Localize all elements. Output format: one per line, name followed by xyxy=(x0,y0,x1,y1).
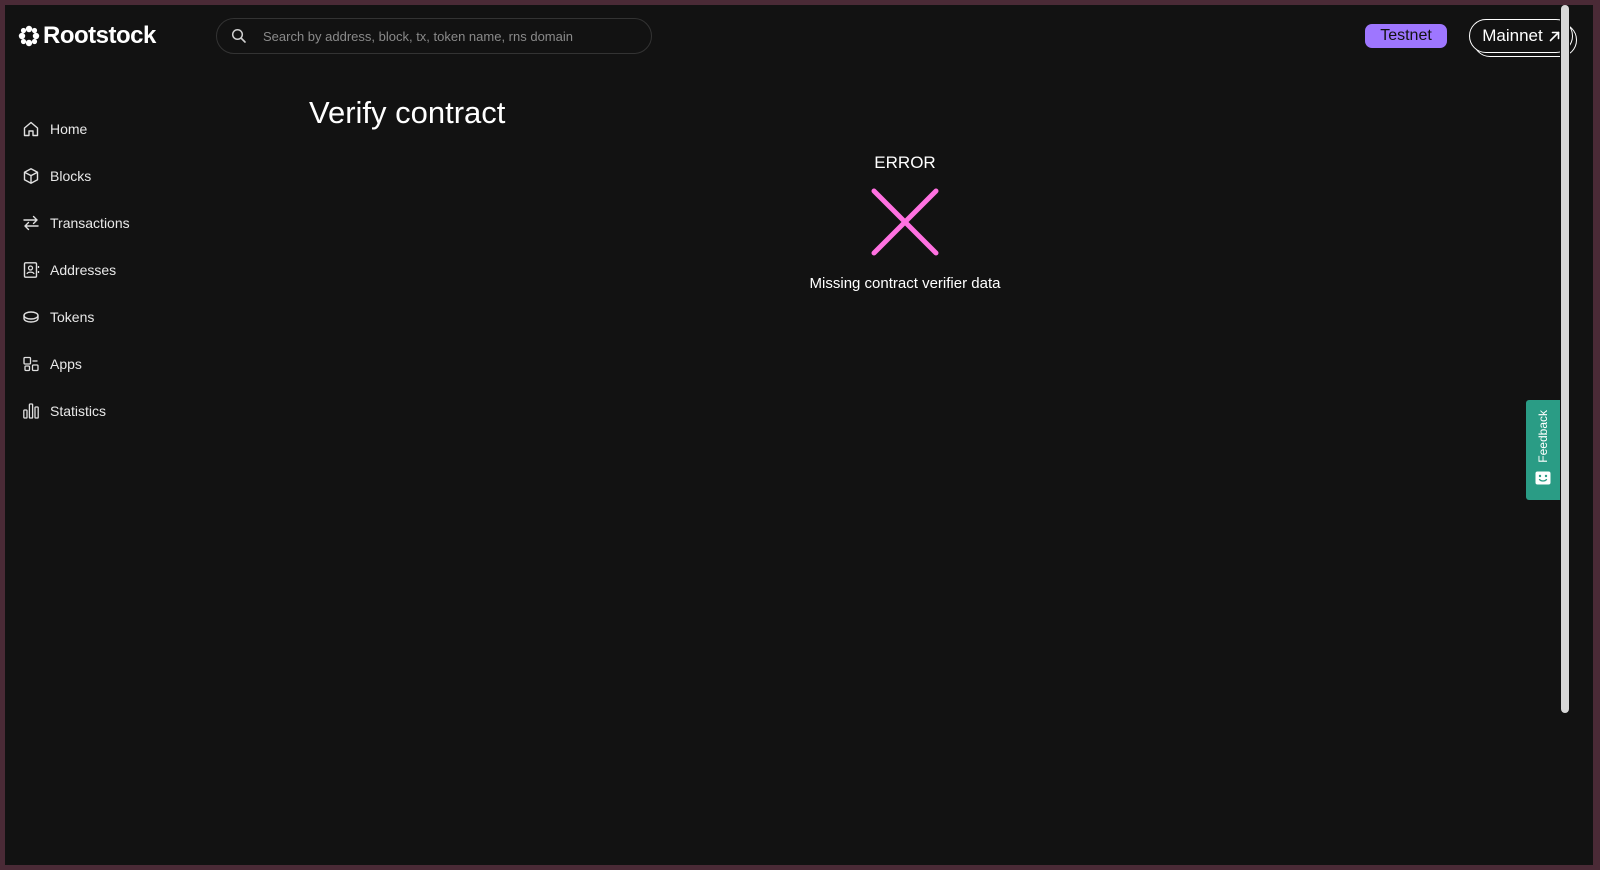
status-label: ERROR xyxy=(874,153,936,172)
sidebar-item-label: Statistics xyxy=(50,402,107,419)
arrows-swap-icon xyxy=(22,214,40,232)
sidebar-item-blocks[interactable]: Blocks xyxy=(22,152,202,199)
sidebar-item-label: Tokens xyxy=(50,308,95,325)
sidebar-item-home[interactable]: Home xyxy=(22,105,202,152)
search-icon xyxy=(231,28,247,44)
bar-chart-icon xyxy=(22,402,40,420)
apps-icon xyxy=(22,355,40,373)
home-icon xyxy=(22,120,40,138)
error-message: Missing contract verifier data xyxy=(809,275,1001,292)
sidebar-item-label: Addresses xyxy=(50,261,117,278)
sidebar-item-label: Blocks xyxy=(50,167,92,184)
feedback-label: Feedback xyxy=(1536,410,1550,463)
sidebar-item-label: Apps xyxy=(50,355,82,372)
feedback-smiley-icon xyxy=(1535,471,1551,485)
sidebar-item-label: Transactions xyxy=(50,214,130,231)
page-title: Verify contract xyxy=(309,95,506,130)
verification-result: ERROR Missing contract verifier data xyxy=(705,153,1105,292)
rootstock-logo[interactable]: Rootstock xyxy=(18,22,156,50)
scrollbar-thumb[interactable] xyxy=(1561,5,1569,713)
testnet-button[interactable]: Testnet xyxy=(1365,24,1447,48)
sidebar-item-statistics[interactable]: Statistics xyxy=(22,387,202,434)
coin-icon xyxy=(22,308,40,326)
search-input[interactable] xyxy=(261,27,651,45)
rootstock-logo-icon xyxy=(18,25,40,47)
search-bar[interactable] xyxy=(216,18,652,54)
cube-icon xyxy=(22,167,40,185)
sidebar-nav: Home Blocks Transactions Addresses Token… xyxy=(22,105,202,434)
arrow-up-right-icon xyxy=(1549,31,1560,42)
app-window: Rootstock Testnet Mainnet xyxy=(5,5,1593,865)
feedback-tab[interactable]: Feedback xyxy=(1526,400,1560,500)
mainnet-label: Mainnet xyxy=(1482,26,1543,45)
contact-book-icon xyxy=(22,261,40,279)
sidebar-item-label: Home xyxy=(50,120,88,137)
error-x-icon xyxy=(870,187,940,257)
sidebar-item-apps[interactable]: Apps xyxy=(22,340,202,387)
brand-name: Rootstock xyxy=(43,22,156,49)
sidebar-item-tokens[interactable]: Tokens xyxy=(22,293,202,340)
sidebar-item-addresses[interactable]: Addresses xyxy=(22,246,202,293)
sidebar-item-transactions[interactable]: Transactions xyxy=(22,199,202,246)
mainnet-button[interactable]: Mainnet xyxy=(1469,19,1573,53)
